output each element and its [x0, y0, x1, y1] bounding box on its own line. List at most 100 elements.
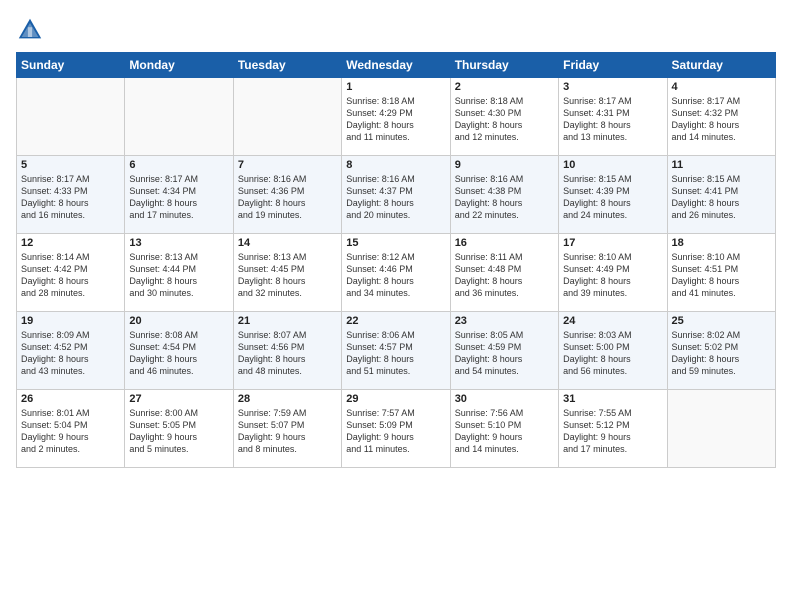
day-info: Sunrise: 8:02 AM Sunset: 5:02 PM Dayligh…: [672, 329, 771, 378]
calendar-day-cell: [667, 390, 775, 468]
day-info: Sunrise: 7:59 AM Sunset: 5:07 PM Dayligh…: [238, 407, 337, 456]
day-number: 9: [455, 159, 554, 171]
weekday-header: Thursday: [450, 53, 558, 78]
day-info: Sunrise: 8:01 AM Sunset: 5:04 PM Dayligh…: [21, 407, 120, 456]
header: [16, 16, 776, 44]
calendar-day-cell: 8 Sunrise: 8:16 AM Sunset: 4:37 PM Daylig…: [342, 156, 450, 234]
day-info: Sunrise: 8:16 AM Sunset: 4:37 PM Dayligh…: [346, 173, 445, 222]
calendar-day-cell: 10 Sunrise: 8:15 AM Sunset: 4:39 PM Dayli…: [559, 156, 667, 234]
calendar-day-cell: 28 Sunrise: 7:59 AM Sunset: 5:07 PM Dayli…: [233, 390, 341, 468]
weekday-header: Monday: [125, 53, 233, 78]
day-number: 3: [563, 81, 662, 93]
page-container: SundayMondayTuesdayWednesdayThursdayFrid…: [0, 0, 792, 612]
day-number: 15: [346, 237, 445, 249]
weekday-header: Wednesday: [342, 53, 450, 78]
day-info: Sunrise: 8:10 AM Sunset: 4:49 PM Dayligh…: [563, 251, 662, 300]
day-number: 11: [672, 159, 771, 171]
day-info: Sunrise: 8:18 AM Sunset: 4:29 PM Dayligh…: [346, 95, 445, 144]
calendar-day-cell: 3 Sunrise: 8:17 AM Sunset: 4:31 PM Daylig…: [559, 78, 667, 156]
weekday-header: Friday: [559, 53, 667, 78]
day-info: Sunrise: 8:05 AM Sunset: 4:59 PM Dayligh…: [455, 329, 554, 378]
day-number: 10: [563, 159, 662, 171]
day-info: Sunrise: 8:08 AM Sunset: 4:54 PM Dayligh…: [129, 329, 228, 378]
day-info: Sunrise: 8:15 AM Sunset: 4:39 PM Dayligh…: [563, 173, 662, 222]
weekday-header: Sunday: [17, 53, 125, 78]
calendar-day-cell: 2 Sunrise: 8:18 AM Sunset: 4:30 PM Daylig…: [450, 78, 558, 156]
calendar-day-cell: [233, 78, 341, 156]
day-info: Sunrise: 8:06 AM Sunset: 4:57 PM Dayligh…: [346, 329, 445, 378]
calendar-day-cell: 21Sunrise: 8:07 AM Sunset: 4:56 PM Dayli…: [233, 312, 341, 390]
day-number: 19: [21, 315, 120, 327]
calendar-day-cell: 9 Sunrise: 8:16 AM Sunset: 4:38 PM Daylig…: [450, 156, 558, 234]
day-info: Sunrise: 8:16 AM Sunset: 4:36 PM Dayligh…: [238, 173, 337, 222]
logo: [16, 16, 48, 44]
calendar-day-cell: 5 Sunrise: 8:17 AM Sunset: 4:33 PM Daylig…: [17, 156, 125, 234]
day-number: 18: [672, 237, 771, 249]
day-info: Sunrise: 8:03 AM Sunset: 5:00 PM Dayligh…: [563, 329, 662, 378]
day-number: 16: [455, 237, 554, 249]
day-info: Sunrise: 8:18 AM Sunset: 4:30 PM Dayligh…: [455, 95, 554, 144]
calendar-day-cell: 23 Sunrise: 8:05 AM Sunset: 4:59 PM Dayli…: [450, 312, 558, 390]
day-info: Sunrise: 7:56 AM Sunset: 5:10 PM Dayligh…: [455, 407, 554, 456]
weekday-header: Saturday: [667, 53, 775, 78]
calendar-table: SundayMondayTuesdayWednesdayThursdayFrid…: [16, 52, 776, 468]
day-number: 24: [563, 315, 662, 327]
day-number: 26: [21, 393, 120, 405]
day-info: Sunrise: 8:14 AM Sunset: 4:42 PM Dayligh…: [21, 251, 120, 300]
day-number: 23: [455, 315, 554, 327]
calendar-day-cell: 13Sunrise: 8:13 AM Sunset: 4:44 PM Dayli…: [125, 234, 233, 312]
calendar-day-cell: 30 Sunrise: 7:56 AM Sunset: 5:10 PM Dayli…: [450, 390, 558, 468]
day-number: 7: [238, 159, 337, 171]
day-info: Sunrise: 8:17 AM Sunset: 4:33 PM Dayligh…: [21, 173, 120, 222]
day-number: 2: [455, 81, 554, 93]
day-number: 1: [346, 81, 445, 93]
calendar-day-cell: 1 Sunrise: 8:18 AM Sunset: 4:29 PM Daylig…: [342, 78, 450, 156]
day-info: Sunrise: 8:13 AM Sunset: 4:44 PM Dayligh…: [129, 251, 228, 300]
day-number: 20: [129, 315, 228, 327]
day-number: 27: [129, 393, 228, 405]
day-info: Sunrise: 8:00 AM Sunset: 5:05 PM Dayligh…: [129, 407, 228, 456]
calendar-day-cell: 12 Sunrise: 8:14 AM Sunset: 4:42 PM Dayli…: [17, 234, 125, 312]
day-number: 21: [238, 315, 337, 327]
day-number: 6: [129, 159, 228, 171]
calendar-day-cell: [17, 78, 125, 156]
calendar-day-cell: 24 Sunrise: 8:03 AM Sunset: 5:00 PM Dayli…: [559, 312, 667, 390]
calendar-day-cell: 31 Sunrise: 7:55 AM Sunset: 5:12 PM Dayli…: [559, 390, 667, 468]
calendar-day-cell: 18Sunrise: 8:10 AM Sunset: 4:51 PM Dayli…: [667, 234, 775, 312]
day-info: Sunrise: 8:17 AM Sunset: 4:31 PM Dayligh…: [563, 95, 662, 144]
day-number: 8: [346, 159, 445, 171]
logo-icon: [16, 16, 44, 44]
day-number: 30: [455, 393, 554, 405]
day-number: 25: [672, 315, 771, 327]
calendar-day-cell: 6Sunrise: 8:17 AM Sunset: 4:34 PM Daylig…: [125, 156, 233, 234]
calendar-week-row: 26 Sunrise: 8:01 AM Sunset: 5:04 PM Dayli…: [17, 390, 776, 468]
day-info: Sunrise: 8:09 AM Sunset: 4:52 PM Dayligh…: [21, 329, 120, 378]
calendar-week-row: 5 Sunrise: 8:17 AM Sunset: 4:33 PM Daylig…: [17, 156, 776, 234]
calendar-day-cell: 25 Sunrise: 8:02 AM Sunset: 5:02 PM Dayli…: [667, 312, 775, 390]
calendar-day-cell: 11 Sunrise: 8:15 AM Sunset: 4:41 PM Dayli…: [667, 156, 775, 234]
calendar-day-cell: 15Sunrise: 8:12 AM Sunset: 4:46 PM Dayli…: [342, 234, 450, 312]
calendar-week-row: 1 Sunrise: 8:18 AM Sunset: 4:29 PM Daylig…: [17, 78, 776, 156]
calendar-day-cell: 7 Sunrise: 8:16 AM Sunset: 4:36 PM Daylig…: [233, 156, 341, 234]
day-info: Sunrise: 7:55 AM Sunset: 5:12 PM Dayligh…: [563, 407, 662, 456]
day-info: Sunrise: 7:57 AM Sunset: 5:09 PM Dayligh…: [346, 407, 445, 456]
calendar-day-cell: 20 Sunrise: 8:08 AM Sunset: 4:54 PM Dayli…: [125, 312, 233, 390]
day-info: Sunrise: 8:15 AM Sunset: 4:41 PM Dayligh…: [672, 173, 771, 222]
calendar-day-cell: 16 Sunrise: 8:11 AM Sunset: 4:48 PM Dayli…: [450, 234, 558, 312]
calendar-day-cell: 19 Sunrise: 8:09 AM Sunset: 4:52 PM Dayli…: [17, 312, 125, 390]
calendar-header-row: SundayMondayTuesdayWednesdayThursdayFrid…: [17, 53, 776, 78]
calendar-day-cell: 29Sunrise: 7:57 AM Sunset: 5:09 PM Dayli…: [342, 390, 450, 468]
day-number: 17: [563, 237, 662, 249]
weekday-header: Tuesday: [233, 53, 341, 78]
day-number: 31: [563, 393, 662, 405]
day-number: 12: [21, 237, 120, 249]
day-info: Sunrise: 8:16 AM Sunset: 4:38 PM Dayligh…: [455, 173, 554, 222]
day-number: 28: [238, 393, 337, 405]
calendar-day-cell: 22Sunrise: 8:06 AM Sunset: 4:57 PM Dayli…: [342, 312, 450, 390]
calendar-day-cell: 26 Sunrise: 8:01 AM Sunset: 5:04 PM Dayli…: [17, 390, 125, 468]
day-number: 5: [21, 159, 120, 171]
calendar-day-cell: 27 Sunrise: 8:00 AM Sunset: 5:05 PM Dayli…: [125, 390, 233, 468]
day-info: Sunrise: 8:13 AM Sunset: 4:45 PM Dayligh…: [238, 251, 337, 300]
calendar-day-cell: 17 Sunrise: 8:10 AM Sunset: 4:49 PM Dayli…: [559, 234, 667, 312]
day-info: Sunrise: 8:11 AM Sunset: 4:48 PM Dayligh…: [455, 251, 554, 300]
